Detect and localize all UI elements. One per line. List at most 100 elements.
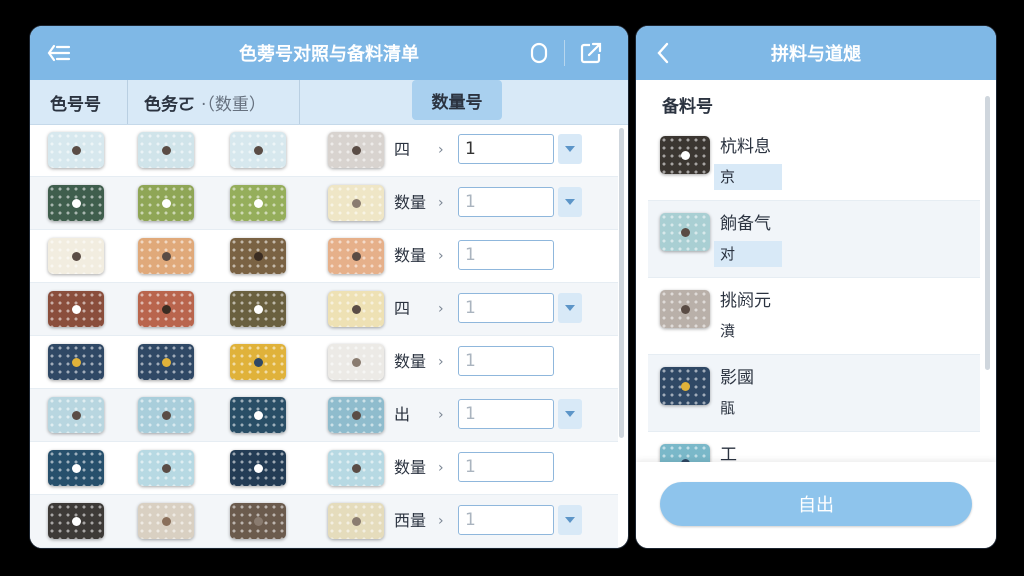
row-label: 四: [394, 299, 411, 318]
chevron-right-icon: ›: [438, 460, 444, 476]
swatch-center-dot: [253, 516, 263, 526]
color-swatch[interactable]: [48, 344, 104, 380]
color-swatch[interactable]: [230, 291, 286, 327]
swatch-center-dot: [253, 198, 263, 208]
material-name: 挑阏元: [720, 291, 771, 311]
color-swatch[interactable]: [230, 185, 286, 221]
row-label: 西量: [394, 511, 427, 530]
chevron-down-icon: [565, 411, 575, 417]
swatch-center-dot: [351, 463, 361, 473]
quantity-input[interactable]: 1: [458, 187, 554, 217]
swatch-center-dot: [253, 304, 263, 314]
chevron-right-icon: ›: [438, 195, 444, 211]
color-swatch[interactable]: [328, 397, 384, 433]
color-swatch[interactable]: [138, 185, 194, 221]
table-row: 数量 › 1: [30, 336, 618, 389]
color-swatch[interactable]: [138, 450, 194, 486]
color-swatch[interactable]: [230, 503, 286, 539]
row-label: 四: [394, 140, 411, 159]
share-icon[interactable]: [576, 38, 606, 68]
bell-icon[interactable]: [524, 38, 554, 68]
swatch-center-dot: [161, 463, 171, 473]
color-swatch[interactable]: [328, 450, 384, 486]
color-swatch[interactable]: [48, 397, 104, 433]
color-swatch[interactable]: [48, 450, 104, 486]
color-swatch[interactable]: [48, 291, 104, 327]
color-swatch[interactable]: [328, 503, 384, 539]
swatch-center-dot: [161, 251, 171, 261]
section-title: 备料号: [662, 97, 713, 117]
quantity-dropdown-button[interactable]: [558, 293, 582, 323]
quantity-input[interactable]: 1: [458, 505, 554, 535]
quantity-input[interactable]: 1: [458, 134, 554, 164]
swatch-center-dot: [351, 410, 361, 420]
swatch-center-dot: [71, 304, 81, 314]
quantity-input[interactable]: 1: [458, 346, 554, 376]
quantity-dropdown-button[interactable]: [558, 134, 582, 164]
swatch-center-dot: [680, 381, 690, 391]
color-swatch[interactable]: [328, 291, 384, 327]
color-swatch[interactable]: [138, 291, 194, 327]
chevron-down-icon: [565, 199, 575, 205]
color-swatch[interactable]: [328, 132, 384, 168]
color-swatch[interactable]: [230, 450, 286, 486]
swatch-center-dot: [351, 304, 361, 314]
material-item[interactable]: 杭料息京: [648, 124, 980, 201]
swatch-center-dot: [253, 463, 263, 473]
quantity-dropdown-button[interactable]: [558, 399, 582, 429]
row-label: 数量: [394, 458, 427, 477]
color-swatch[interactable]: [138, 238, 194, 274]
right-title: 拼料与道煺: [771, 44, 861, 65]
header-color-name-label: 色务ㄛ: [144, 94, 195, 115]
chevron-right-icon: ›: [438, 248, 444, 264]
material-name: 餉备气: [720, 214, 771, 234]
quantity-dropdown-button[interactable]: [558, 505, 582, 535]
material-tag: 瓹: [720, 399, 736, 417]
color-swatch[interactable]: [138, 132, 194, 168]
color-swatch[interactable]: [48, 238, 104, 274]
material-item[interactable]: 影國瓹: [648, 355, 980, 432]
quantity-dropdown-button[interactable]: [558, 187, 582, 217]
quantity-input[interactable]: 1: [458, 293, 554, 323]
row-label: 数量: [394, 352, 427, 371]
right-title-bar: 拼料与道煺: [636, 26, 996, 80]
quantity-input[interactable]: 1: [458, 399, 554, 429]
header-color-name[interactable]: 色务ㄛ ·（数重）: [128, 80, 300, 124]
header-color-code[interactable]: 色号号: [30, 80, 128, 124]
color-swatch[interactable]: [138, 503, 194, 539]
material-item[interactable]: 挑阏元濆: [648, 278, 980, 355]
quantity-input[interactable]: 1: [458, 240, 554, 270]
swatch-center-dot: [71, 410, 81, 420]
swatch-center-dot: [71, 463, 81, 473]
swatch-center-dot: [161, 410, 171, 420]
color-swatch[interactable]: [230, 132, 286, 168]
chevron-right-icon: ›: [438, 142, 444, 158]
material-item[interactable]: 餉备气对: [648, 201, 980, 278]
swatch-center-dot: [161, 357, 171, 367]
swatch-center-dot: [351, 198, 361, 208]
quantity-input[interactable]: 1: [458, 452, 554, 482]
left-scrollbar[interactable]: [619, 128, 624, 438]
color-swatch[interactable]: [328, 185, 384, 221]
color-swatch[interactable]: [328, 238, 384, 274]
color-swatch[interactable]: [138, 397, 194, 433]
chevron-right-icon: ›: [438, 407, 444, 423]
color-swatch[interactable]: [230, 397, 286, 433]
color-swatch[interactable]: [48, 185, 104, 221]
header-quantity-button[interactable]: 数量号: [412, 80, 502, 120]
color-swatch[interactable]: [328, 344, 384, 380]
color-swatch[interactable]: [48, 503, 104, 539]
color-swatch[interactable]: [48, 132, 104, 168]
chevron-right-icon: ›: [438, 301, 444, 317]
swatch-center-dot: [351, 357, 361, 367]
swatch-center-dot: [71, 357, 81, 367]
color-swatch[interactable]: [230, 238, 286, 274]
chevron-down-icon: [565, 517, 575, 523]
right-scrollbar[interactable]: [985, 96, 990, 370]
swatch-center-dot: [71, 251, 81, 261]
color-swatch[interactable]: [230, 344, 286, 380]
swatch-center-dot: [253, 251, 263, 261]
material-tag: 京: [714, 164, 782, 190]
color-swatch[interactable]: [138, 344, 194, 380]
export-button[interactable]: 自出: [660, 482, 972, 526]
